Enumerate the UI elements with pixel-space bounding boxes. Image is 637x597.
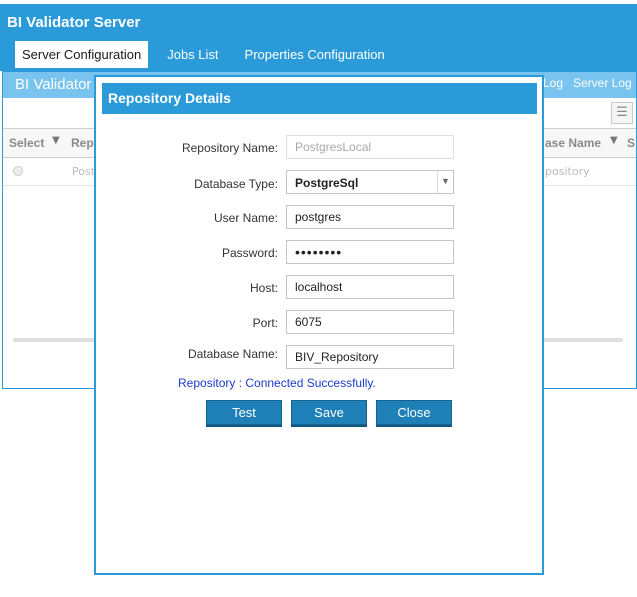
database-name-input[interactable] [286,345,454,369]
tab-jobs-list[interactable]: Jobs List [160,41,225,68]
main-tabs: Server Configuration Jobs List Propertie… [15,41,404,68]
server-log-link[interactable]: Server Log [573,76,632,90]
host-label: Host: [249,281,278,295]
host-input[interactable] [286,275,454,299]
tab-properties-configuration[interactable]: Properties Configuration [238,41,392,68]
repository-details-dialog: Repository Details Repository Name: Data… [94,75,544,575]
port-label: Port: [252,316,278,330]
repository-name-input[interactable] [286,135,454,159]
password-input[interactable] [286,240,454,264]
test-button[interactable]: Test [206,400,282,425]
connection-status-message: Repository : Connected Successfully. [178,376,376,390]
port-input[interactable] [286,310,454,334]
close-button[interactable]: Close [376,400,452,425]
database-type-label: Database Type: [194,177,278,191]
password-label: Password: [221,246,278,260]
app-header: BI Validator Server Server Configuration… [0,0,637,71]
menu-icon: ☰ [616,105,628,120]
column-database-name: ase Name [545,136,602,150]
column-status: S [627,136,636,150]
chevron-down-icon[interactable]: ▼ [437,171,453,193]
dialog-header: Repository Details [102,83,537,114]
database-type-value: PostgreSql [295,176,359,190]
filter-icon[interactable]: ▼ [52,135,62,147]
grid-menu-button[interactable]: ☰ [611,102,633,124]
log-link[interactable]: Log [543,76,563,90]
column-select: Select [9,136,45,150]
row-cell: Post [72,165,96,178]
repository-name-label: Repository Name: [181,141,278,155]
panel-title: BI Validator [15,76,92,93]
user-name-input[interactable] [286,205,454,229]
row-cell: pository [545,165,590,178]
dialog-title: Repository Details [108,90,231,106]
row-select-radio[interactable] [13,166,23,176]
save-button[interactable]: Save [291,400,367,425]
database-type-select[interactable]: PostgreSql ▼ [286,170,454,194]
filter-icon[interactable]: ▼ [610,135,620,147]
user-name-label: User Name: [213,211,278,225]
app-title: BI Validator Server [7,14,141,31]
tab-server-configuration[interactable]: Server Configuration [15,41,149,68]
database-name-label: Database Name: [187,347,278,361]
